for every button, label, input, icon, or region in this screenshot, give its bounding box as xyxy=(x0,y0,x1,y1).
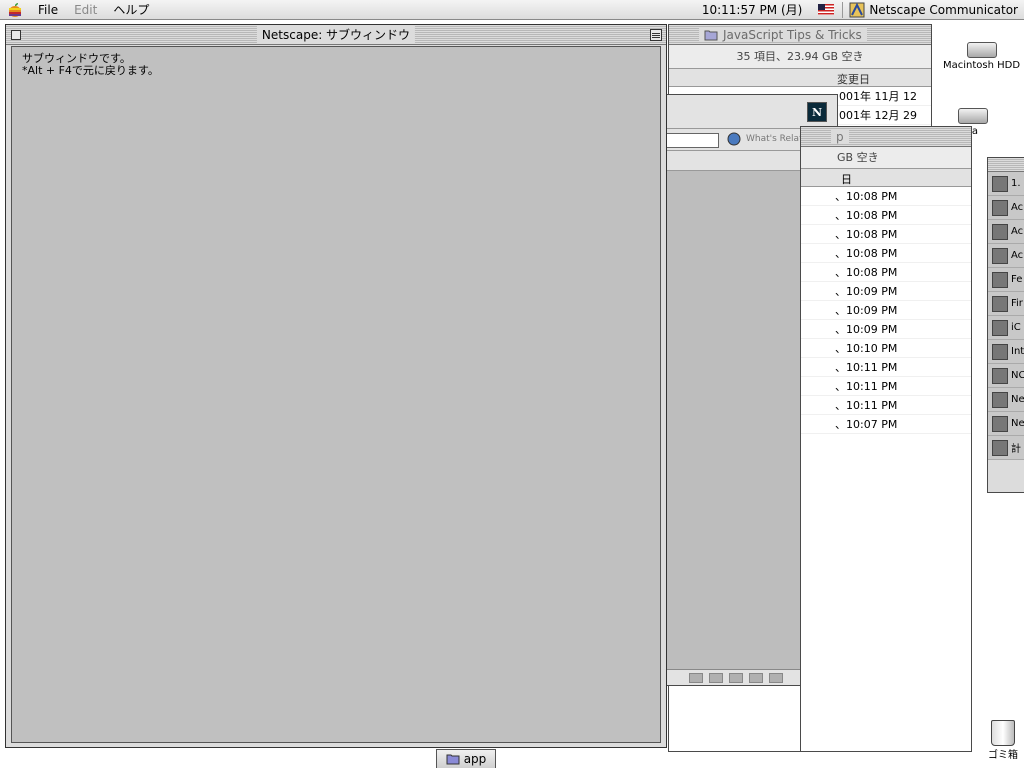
list-item[interactable]: 、10:10 PM xyxy=(801,339,971,358)
list-item[interactable]: 、10:09 PM xyxy=(801,301,971,320)
launcher-item[interactable]: Ne xyxy=(988,412,1024,436)
browser-toolbar: N xyxy=(663,95,837,129)
menu-bar: File Edit ヘルプ 10:11:57 PM (月) Netscape C… xyxy=(0,0,1024,20)
launcher-item[interactable]: Int xyxy=(988,340,1024,364)
app-icon xyxy=(992,271,1008,288)
app-folder-tab[interactable]: app xyxy=(436,749,496,768)
component-icon[interactable] xyxy=(769,672,783,683)
component-icon[interactable] xyxy=(729,672,743,683)
list-item[interactable]: 、10:11 PM xyxy=(801,358,971,377)
finder-title: p xyxy=(831,129,849,144)
subwindow-title: Netscape: サブウィンドウ xyxy=(256,26,416,43)
list-item[interactable]: 、10:09 PM xyxy=(801,282,971,301)
component-icon[interactable] xyxy=(749,672,763,683)
finder-info-bar: 35 項目、23.94 GB 空き xyxy=(669,45,931,69)
subwindow-title-bar[interactable]: Netscape: サブウィンドウ xyxy=(6,25,666,45)
app-icon xyxy=(992,175,1008,192)
hard-drive-icon xyxy=(966,42,997,58)
column-date: 日 xyxy=(841,173,852,186)
apple-icon xyxy=(9,3,21,17)
file-menu[interactable]: File xyxy=(30,0,66,20)
finder-column-header[interactable]: 変更日 xyxy=(669,69,931,87)
list-item[interactable]: 、10:11 PM xyxy=(801,396,971,415)
list-item[interactable]: 、10:11 PM xyxy=(801,377,971,396)
application-name: Netscape Communicator xyxy=(869,2,1018,17)
app-icon xyxy=(992,439,1008,456)
component-icon[interactable] xyxy=(709,672,723,683)
trash-icon xyxy=(991,720,1015,746)
app-icon xyxy=(992,247,1008,264)
finder-title-bar[interactable]: JavaScript Tips & Tricks xyxy=(669,25,931,45)
launcher-item[interactable]: 1. xyxy=(988,172,1024,196)
netscape-logo-icon: N xyxy=(807,102,827,122)
url-input[interactable] xyxy=(663,133,719,148)
app-icon xyxy=(992,367,1008,384)
trash-label: ゴミ箱 xyxy=(988,746,1018,761)
list-item[interactable]: 、10:09 PM xyxy=(801,320,971,339)
component-icon[interactable] xyxy=(689,672,703,683)
launcher-item[interactable]: Ac xyxy=(988,244,1024,268)
app-icon xyxy=(992,199,1008,216)
launcher-palette[interactable]: 1. Ac Ac Ac Fe Fir iC Int NC Ne Ne 計 xyxy=(987,157,1024,493)
subwindow-line-2: *Alt + F4で元に戻ります。 xyxy=(22,64,159,77)
launcher-title-bar[interactable] xyxy=(988,158,1024,172)
launcher-item[interactable]: NC xyxy=(988,364,1024,388)
app-icon xyxy=(992,343,1008,360)
list-item[interactable]: 、10:08 PM xyxy=(801,225,971,244)
finder-window-list[interactable]: p GB 空き 日 、10:08 PM 、10:08 PM 、10:08 PM … xyxy=(800,126,972,752)
column-modified: 変更日 xyxy=(837,73,870,86)
edit-menu[interactable]: Edit xyxy=(66,0,105,20)
finder-column-header[interactable]: 日 xyxy=(801,169,971,187)
launcher-item[interactable]: 計 xyxy=(988,436,1024,460)
desktop-hdd-label: Macintosh HDD xyxy=(942,60,1022,71)
us-flag-icon[interactable] xyxy=(818,4,835,15)
list-item[interactable]: 、10:08 PM xyxy=(801,244,971,263)
app-icon xyxy=(992,415,1008,432)
netscape-subwindow[interactable]: Netscape: サブウィンドウ サブウィンドウです。 *Alt + F4で元… xyxy=(5,24,667,748)
list-item[interactable]: 、10:08 PM xyxy=(801,206,971,225)
hard-drive-icon xyxy=(958,108,988,124)
subwindow-content: サブウィンドウです。 *Alt + F4で元に戻ります。 xyxy=(11,46,661,743)
desktop-hdd[interactable]: Macintosh HDD xyxy=(942,42,1022,71)
apple-menu[interactable] xyxy=(0,0,30,20)
app-icon xyxy=(992,223,1008,240)
list-item[interactable]: 、10:08 PM xyxy=(801,263,971,282)
launcher-item[interactable]: Fir xyxy=(988,292,1024,316)
finder-info-bar: GB 空き xyxy=(801,147,971,169)
collapse-box-icon[interactable] xyxy=(650,29,662,41)
launcher-item[interactable]: Fe xyxy=(988,268,1024,292)
launcher-item[interactable]: Ne xyxy=(988,388,1024,412)
launcher-item[interactable]: Ac xyxy=(988,196,1024,220)
netscape-app-icon xyxy=(849,2,865,17)
application-menu[interactable]: Netscape Communicator xyxy=(843,2,1024,18)
whats-related-icon xyxy=(727,132,741,146)
launcher-item[interactable]: iC xyxy=(988,316,1024,340)
list-item[interactable]: 、10:07 PM xyxy=(801,415,971,434)
launcher-item[interactable]: Ac xyxy=(988,220,1024,244)
close-box-icon[interactable] xyxy=(11,30,21,40)
menu-clock[interactable]: 10:11:57 PM (月) xyxy=(694,1,810,18)
app-icon xyxy=(992,319,1008,336)
app-icon xyxy=(992,295,1008,312)
app-tab-label: app xyxy=(463,752,487,766)
trash[interactable]: ゴミ箱 xyxy=(988,720,1018,761)
app-icon xyxy=(992,391,1008,408)
finder-title: JavaScript Tips & Tricks xyxy=(723,27,862,42)
folder-icon xyxy=(704,30,718,40)
folder-icon xyxy=(446,754,460,765)
help-menu[interactable]: ヘルプ xyxy=(105,0,157,20)
finder-title-bar[interactable]: p xyxy=(801,127,971,147)
list-item[interactable]: 、10:08 PM xyxy=(801,187,971,206)
